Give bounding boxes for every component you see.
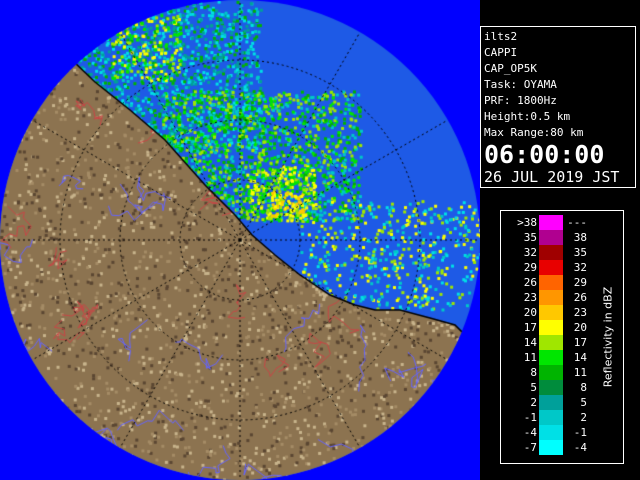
cappi-height: Height:0.5 km (484, 110, 571, 123)
legend-title: Reflectivity in dBZ (601, 286, 615, 388)
legend-color-swatch (539, 305, 563, 320)
legend-low-value: 32 (523, 246, 537, 259)
legend-high-value: 29 (573, 276, 587, 289)
legend-row: 58 (511, 380, 591, 395)
legend-low-value: 29 (523, 261, 537, 274)
legend-color-swatch (539, 425, 563, 440)
radar-reflectivity-map (0, 0, 480, 480)
legend-row: 8 11 (511, 365, 591, 380)
legend-row: -7 -4 (511, 440, 591, 455)
product-code: CAP_OP5K (484, 62, 537, 75)
legend-row: 29 32 (511, 260, 591, 275)
max-range: Max Range:80 km (484, 126, 584, 139)
legend-high-value: 17 (573, 336, 587, 349)
legend-high-value: 35 (573, 246, 587, 259)
legend-row: 25 (511, 395, 591, 410)
legend-row: -4 -1 (511, 425, 591, 440)
legend-color-swatch (539, 290, 563, 305)
product-type: CAPPI (484, 46, 518, 59)
legend-low-value: -7 (523, 441, 537, 454)
legend-low-value: 20 (523, 306, 537, 319)
legend-low-value: 5 (530, 381, 537, 394)
legend-color-swatch (539, 410, 563, 425)
legend-low-value: 35 (523, 231, 537, 244)
radar-name: ilts2 (484, 30, 518, 43)
legend-color-swatch (539, 365, 563, 380)
prf-value: PRF: 1800Hz (484, 94, 557, 107)
observation-time: 06:00:00 (484, 140, 605, 169)
legend-high-value: 38 (573, 231, 587, 244)
legend-high-value: 2 (580, 411, 587, 424)
legend-high-value: 11 (573, 366, 587, 379)
legend-row: 20 23 (511, 305, 591, 320)
legend-low-value: 17 (523, 321, 537, 334)
legend-row: -1 2 (511, 410, 591, 425)
legend-row: 23 26 (511, 290, 591, 305)
legend-color-swatch (539, 215, 563, 230)
legend-row: 32 35 (511, 245, 591, 260)
legend-high-value: -1 (573, 426, 587, 439)
legend-color-swatch (539, 245, 563, 260)
legend-color-swatch (539, 320, 563, 335)
legend-rows: >38 --- 35 38 32 35 29 32 26 29 23 26 20 23 17 20 14 17 11… (511, 215, 591, 455)
legend-color-swatch (539, 230, 563, 245)
legend-row: 14 17 (511, 335, 591, 350)
legend-high-value: 8 (580, 381, 587, 394)
legend-low-value: -4 (523, 426, 537, 439)
legend-row: 26 29 (511, 275, 591, 290)
legend-high-value: 14 (573, 351, 587, 364)
legend-low-value: >38 (517, 216, 537, 229)
legend-color-swatch (539, 395, 563, 410)
legend-color-swatch (539, 350, 563, 365)
legend-color-swatch (539, 380, 563, 395)
legend-high-value: 32 (573, 261, 587, 274)
legend-low-value: -1 (523, 411, 537, 424)
legend-row: 11 14 (511, 350, 591, 365)
legend-color-swatch (539, 335, 563, 350)
legend-row: 17 20 (511, 320, 591, 335)
legend-color-swatch (539, 275, 563, 290)
legend-low-value: 11 (523, 351, 537, 364)
legend-low-value: 2 (530, 396, 537, 409)
legend-low-value: 26 (523, 276, 537, 289)
task-name: Task: OYAMA (484, 78, 557, 91)
legend-high-value: --- (567, 216, 587, 229)
legend-color-swatch (539, 440, 563, 455)
legend-high-value: -4 (573, 441, 587, 454)
legend-high-value: 20 (573, 321, 587, 334)
legend-high-value: 26 (573, 291, 587, 304)
legend-row: 35 38 (511, 230, 591, 245)
legend-high-value: 23 (573, 306, 587, 319)
legend-color-swatch (539, 260, 563, 275)
observation-date: 26 JUL 2019 JST (484, 168, 620, 186)
legend-high-value: 5 (580, 396, 587, 409)
legend-row: >38 --- (511, 215, 591, 230)
legend-title-box: Reflectivity in dBZ (601, 211, 615, 463)
legend-low-value: 14 (523, 336, 537, 349)
radar-info-panel: ilts2 CAPPI CAP_OP5K Task: OYAMA PRF: 18… (480, 26, 636, 188)
legend-low-value: 8 (530, 366, 537, 379)
reflectivity-legend: >38 --- 35 38 32 35 29 32 26 29 23 26 20 23 17 20 14 17 11… (500, 210, 624, 464)
legend-low-value: 23 (523, 291, 537, 304)
